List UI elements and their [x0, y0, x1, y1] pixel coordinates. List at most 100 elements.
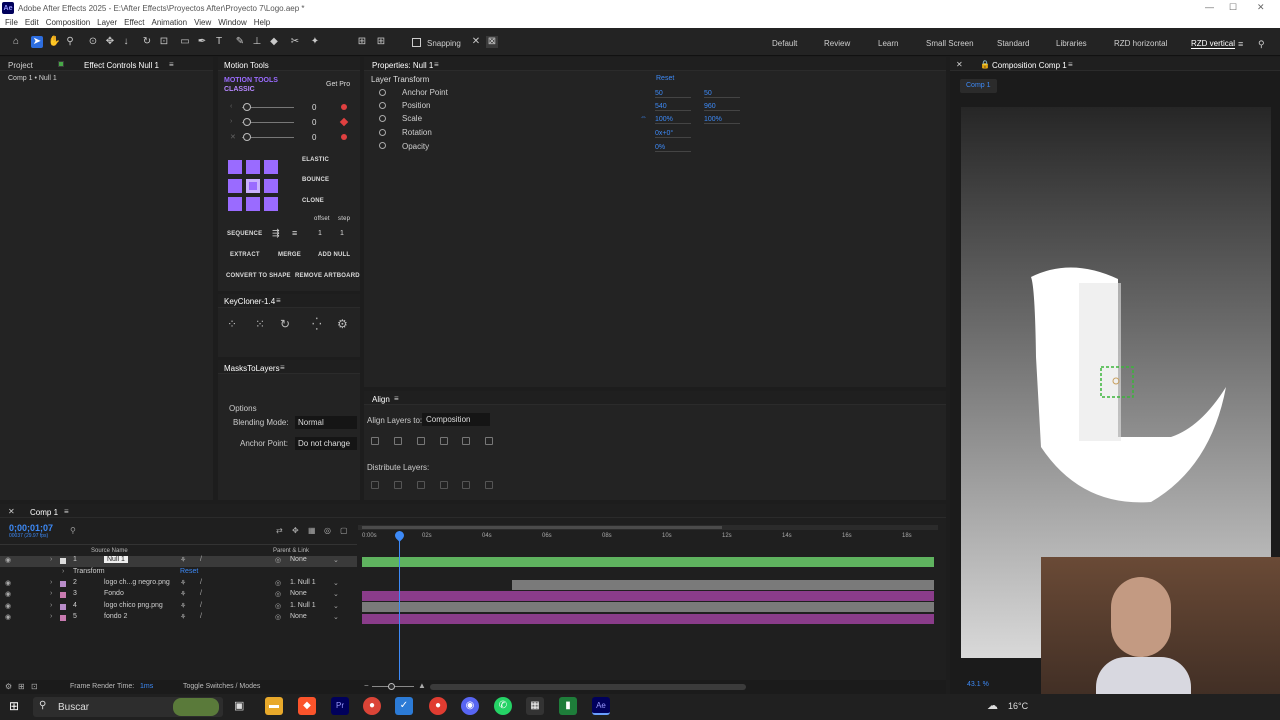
comp-chip[interactable]: Comp 1: [960, 79, 997, 93]
anchor-bottom-left[interactable]: [228, 197, 242, 212]
shy-icon[interactable]: ▦: [308, 526, 316, 535]
transform-chevron-icon[interactable]: ›: [62, 568, 64, 575]
distribute-vcenter-icon[interactable]: [394, 481, 402, 489]
menu-layer[interactable]: Layer: [97, 18, 117, 27]
zoom-in-icon[interactable]: ▲: [418, 681, 426, 690]
transform-row[interactable]: › Transform Reset: [0, 568, 357, 579]
convert-to-shape-button[interactable]: CONVERT TO SHAPE: [226, 273, 291, 279]
menu-file[interactable]: File: [5, 18, 18, 27]
comp-menu-icon[interactable]: ≡: [1068, 60, 1073, 69]
parent-select[interactable]: None: [290, 590, 307, 597]
shy-switch-icon[interactable]: ⚘: [180, 602, 186, 610]
label-color-swatch[interactable]: [60, 558, 66, 564]
distribute-right-icon[interactable]: [485, 481, 493, 489]
eraser-tool-icon[interactable]: ◆: [268, 36, 280, 48]
menu-window[interactable]: Window: [218, 18, 246, 27]
layer-duration-bar[interactable]: [362, 557, 934, 567]
ease-value-1[interactable]: 0: [312, 103, 316, 112]
anchor-point-x[interactable]: 50: [655, 90, 691, 98]
close-icon[interactable]: ✕: [1257, 2, 1265, 13]
visibility-eye-icon[interactable]: ◉: [5, 556, 11, 564]
snap-grid-icon[interactable]: ⊠: [486, 36, 498, 48]
comp-close-icon[interactable]: ✕: [956, 60, 963, 69]
expand-chevron-icon[interactable]: ›: [50, 556, 52, 563]
align-hcenter-icon[interactable]: [394, 437, 402, 445]
position-y[interactable]: 960: [704, 103, 740, 111]
hand-tool-icon[interactable]: ✋: [48, 36, 60, 48]
timeline-menu-icon[interactable]: ≡: [64, 507, 69, 516]
rotate-tool-icon[interactable]: ↻: [141, 36, 153, 48]
menu-animation[interactable]: Animation: [151, 18, 187, 27]
sequence-button[interactable]: SEQUENCE: [227, 231, 262, 237]
keycloner-spread-icon[interactable]: ⁘: [227, 317, 237, 331]
anchor-bottom-right[interactable]: [264, 197, 278, 212]
orbit-tool-icon[interactable]: ⊙: [87, 36, 99, 48]
sequence-forward-icon[interactable]: ⇶: [272, 228, 280, 239]
stopwatch-position-icon[interactable]: [379, 102, 386, 109]
label-color-swatch[interactable]: [60, 592, 66, 599]
align-vcenter-icon[interactable]: [462, 437, 470, 445]
weather-temp[interactable]: 16°C: [1008, 701, 1028, 711]
blending-mode-select[interactable]: Normal: [295, 416, 357, 429]
anchor-top-right[interactable]: [264, 160, 278, 174]
shy-switch-icon[interactable]: ⚘: [180, 579, 186, 587]
obs-red-icon[interactable]: ●: [429, 697, 447, 715]
type-tool-icon[interactable]: T: [213, 36, 225, 48]
render-toggle-icon[interactable]: ⚙: [5, 682, 12, 691]
tab-motion-tools[interactable]: Motion Tools: [224, 61, 269, 70]
timeline-close-icon[interactable]: ✕: [8, 507, 15, 516]
visibility-eye-icon[interactable]: ◉: [5, 613, 11, 621]
parent-select[interactable]: 1. Null 1: [290, 579, 316, 586]
position-x[interactable]: 540: [655, 103, 691, 111]
weather-icon[interactable]: ☁: [987, 699, 998, 712]
add-null-button[interactable]: ADD NULL: [318, 252, 350, 258]
distribute-top-icon[interactable]: [371, 481, 379, 489]
timeline-search-icon[interactable]: ⚲: [70, 526, 76, 535]
get-pro-button[interactable]: Get Pro: [326, 81, 350, 88]
layer-duration-bar[interactable]: [362, 602, 934, 612]
premiere-pro-icon[interactable]: Pr: [331, 697, 349, 715]
pickwhip-icon[interactable]: ◎: [275, 590, 281, 598]
roto-brush-tool-icon[interactable]: ✂: [289, 36, 301, 48]
layer-row[interactable]: ◉ › 5 fondo 2 ⚘ / ◎ None ⌄: [0, 613, 357, 624]
merge-button[interactable]: MERGE: [278, 252, 301, 258]
anchor-right[interactable]: [264, 178, 278, 193]
label-color-swatch[interactable]: [60, 614, 66, 621]
ease-value-2[interactable]: 0: [312, 118, 316, 127]
anchor-top-left[interactable]: [228, 160, 242, 174]
workspace-small-screen[interactable]: Small Screen: [926, 39, 974, 48]
app-file-icon[interactable]: ▮: [559, 697, 577, 715]
current-timecode[interactable]: 0;00;01;07: [9, 523, 53, 533]
keyframe-2-icon[interactable]: [339, 117, 349, 127]
quality-switch-icon[interactable]: /: [200, 579, 202, 586]
puppet-tool-icon[interactable]: ✦: [309, 36, 321, 48]
tab-composition[interactable]: Composition Comp 1: [992, 61, 1067, 70]
tab-keycloner[interactable]: KeyCloner-1.4: [224, 297, 275, 306]
workspace-libraries[interactable]: Libraries: [1056, 39, 1087, 48]
expand-chevron-icon[interactable]: ›: [50, 613, 52, 620]
parent-dropdown-icon[interactable]: ⌄: [333, 556, 339, 564]
transform-reset[interactable]: Reset: [180, 568, 198, 575]
motion-blur-icon[interactable]: ◎: [324, 526, 331, 535]
label-color-swatch[interactable]: [60, 581, 66, 587]
stopwatch-scale-icon[interactable]: [379, 115, 386, 122]
label-color-swatch[interactable]: [60, 603, 66, 610]
whatsapp-icon[interactable]: ✆: [494, 697, 512, 715]
rectangle-tool-icon[interactable]: ▭: [179, 36, 191, 48]
menu-edit[interactable]: Edit: [25, 18, 39, 27]
snap-extra-icon[interactable]: ✕: [470, 36, 482, 48]
masks-menu-icon[interactable]: ≡: [280, 363, 285, 372]
anchor-top[interactable]: [246, 160, 260, 174]
sequence-stack-icon[interactable]: ≡: [292, 228, 297, 238]
layer-duration-bar[interactable]: [362, 591, 934, 601]
tab-effect-controls[interactable]: Effect Controls Null 1: [84, 61, 159, 70]
dolly-tool-icon[interactable]: ↓: [120, 36, 132, 48]
anchor-left[interactable]: [228, 178, 242, 193]
windows-start-icon[interactable]: ⊞: [9, 699, 19, 713]
properties-menu-icon[interactable]: ≡: [434, 60, 439, 69]
expand-chevron-icon[interactable]: ›: [50, 579, 52, 586]
align-top-icon[interactable]: [440, 437, 448, 445]
quality-switch-icon[interactable]: /: [200, 556, 202, 563]
keycloner-radial-icon[interactable]: ⁙: [255, 317, 265, 331]
chrome-icon[interactable]: ●: [363, 697, 381, 715]
